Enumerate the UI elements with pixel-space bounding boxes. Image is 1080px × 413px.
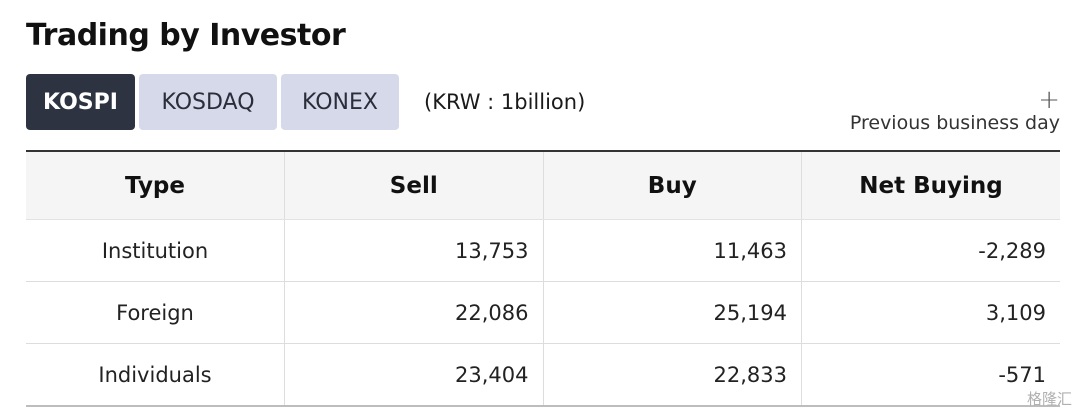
row-type-cell: Institution bbox=[26, 219, 285, 282]
page-title: Trading by Investor bbox=[26, 18, 346, 53]
previous-business-day-link[interactable]: + Previous business day bbox=[849, 87, 1060, 134]
tab-kosdaq[interactable]: KOSDAQ bbox=[139, 74, 277, 130]
sell-cell: 23,404 bbox=[284, 343, 543, 407]
buy-cell: 25,194 bbox=[542, 281, 802, 344]
table-row: Institution 13,753 11,463 -2,289 bbox=[26, 219, 1060, 282]
buy-cell: 11,463 bbox=[542, 219, 802, 282]
net-buying-cell: 3,109 bbox=[801, 281, 1060, 344]
column-header-type: Type bbox=[26, 151, 285, 220]
unit-note: (KRW : 1billion) bbox=[424, 90, 586, 114]
row-type-cell: Foreign bbox=[26, 281, 285, 344]
watermark-logo: 格隆汇 bbox=[1026, 390, 1072, 408]
previous-business-day-label: Previous business day bbox=[849, 112, 1060, 134]
plus-icon[interactable]: + bbox=[850, 87, 1060, 113]
tab-konex[interactable]: KONEX bbox=[281, 74, 399, 130]
net-buying-cell: -571 bbox=[801, 343, 1060, 407]
column-header-buy: Buy bbox=[542, 151, 802, 220]
investor-trading-table: Type Sell Buy Net Buying Institution 13,… bbox=[26, 150, 1060, 407]
net-buying-cell: -2,289 bbox=[801, 219, 1060, 282]
sell-cell: 13,753 bbox=[284, 219, 543, 282]
table-row: Individuals 23,404 22,833 -571 bbox=[26, 343, 1060, 407]
table-header-row: Type Sell Buy Net Buying bbox=[26, 151, 1060, 220]
column-header-net-buying: Net Buying bbox=[801, 151, 1060, 220]
sell-cell: 22,086 bbox=[284, 281, 543, 344]
table-row: Foreign 22,086 25,194 3,109 bbox=[26, 281, 1060, 344]
row-type-cell: Individuals bbox=[26, 343, 285, 407]
market-tabs: KOSPI KOSDAQ KONEX bbox=[26, 74, 399, 130]
buy-cell: 22,833 bbox=[542, 343, 802, 407]
tab-kospi[interactable]: KOSPI bbox=[26, 74, 135, 130]
column-header-sell: Sell bbox=[284, 151, 543, 220]
